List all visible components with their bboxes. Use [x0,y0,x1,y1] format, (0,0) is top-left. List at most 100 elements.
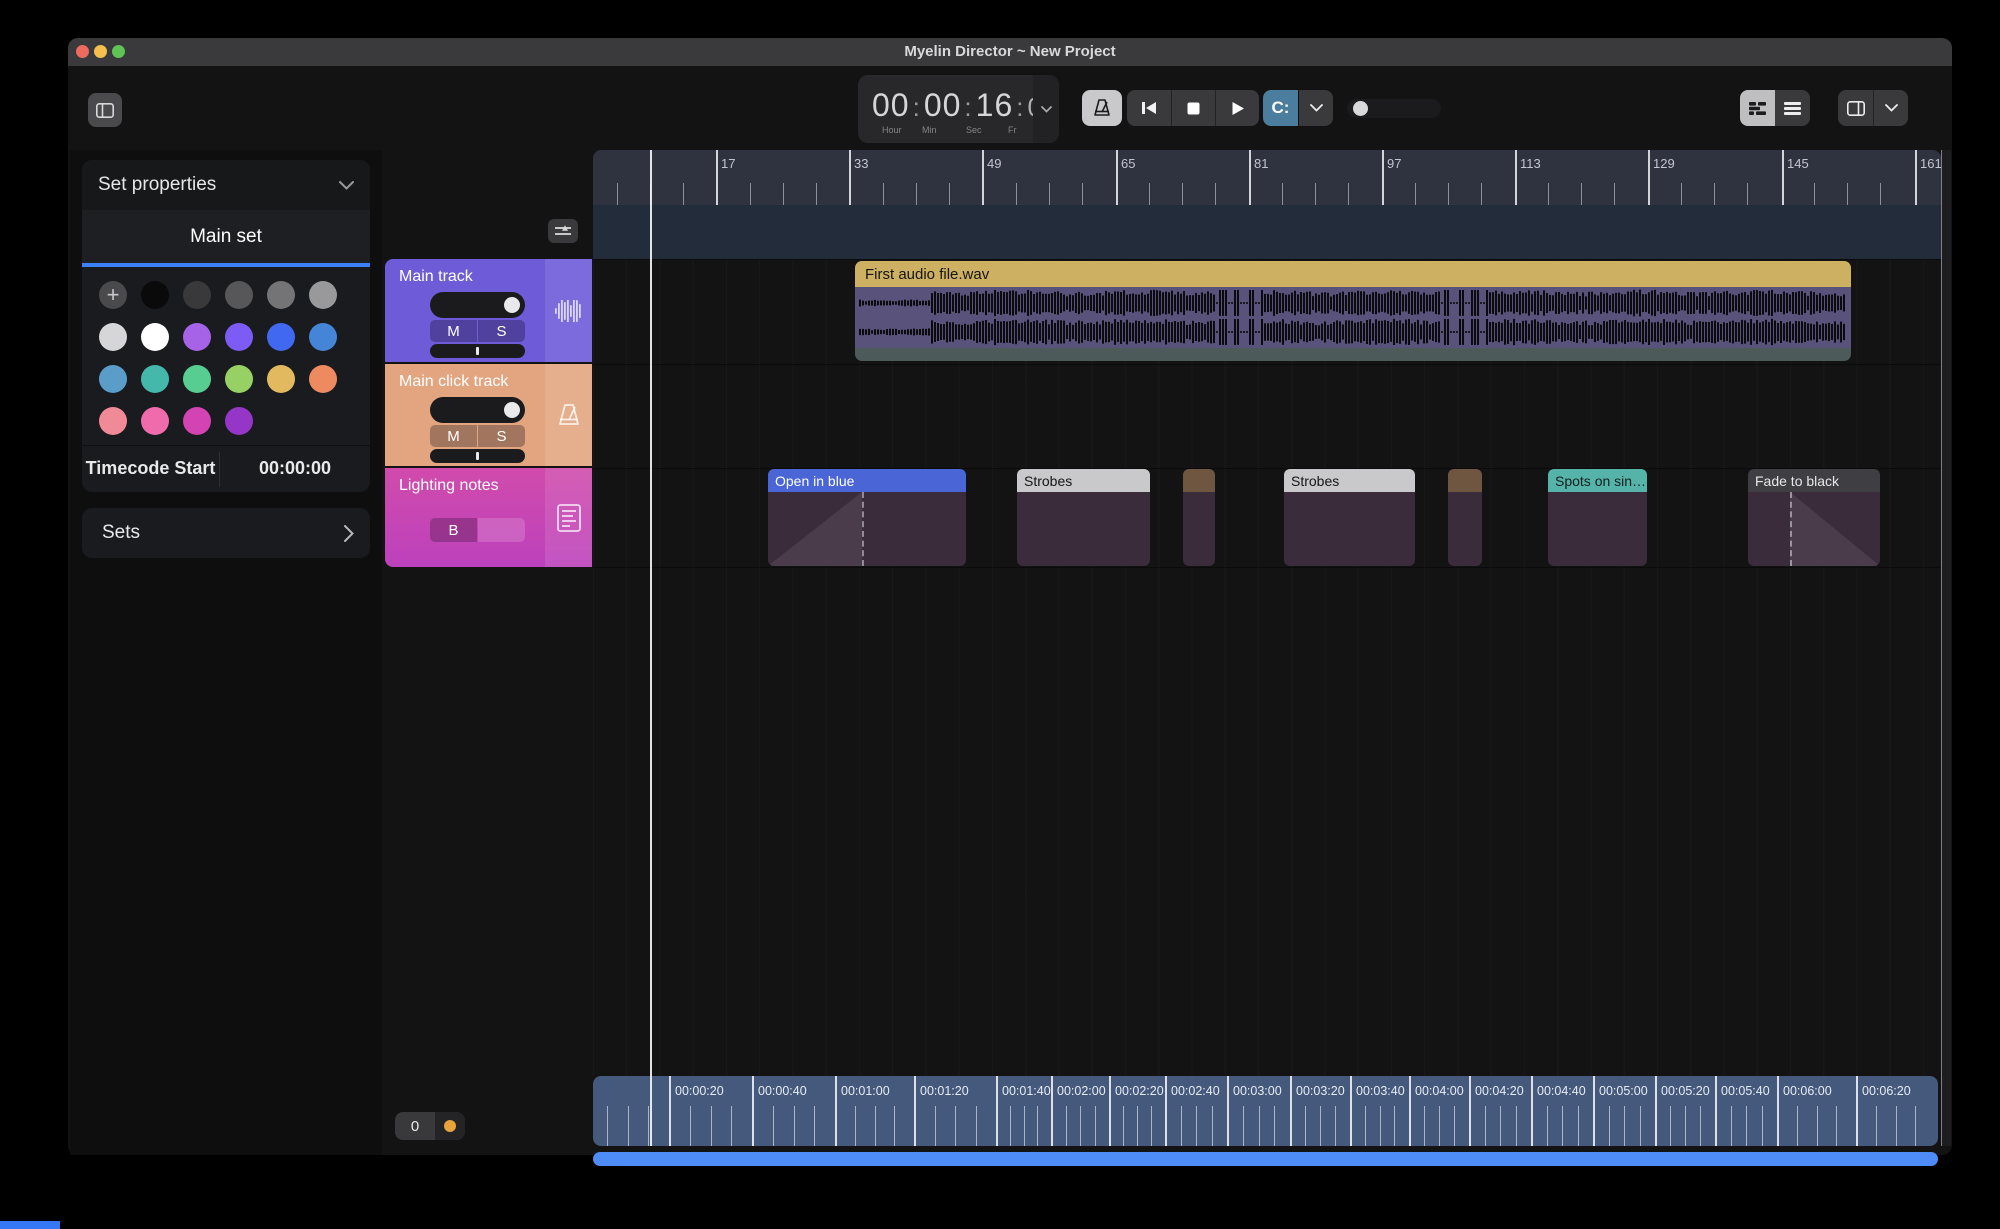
overview-minor-tick [1320,1106,1321,1146]
time-overview-bar[interactable]: 00:00:20 00:00:40 00:01:00 00:01:20 00:01:40… [593,1076,1938,1146]
clip-header [1448,469,1482,492]
color-swatch[interactable] [99,407,127,435]
volume-slider[interactable] [430,397,525,423]
color-swatch[interactable] [225,323,253,351]
rewind-to-start-button[interactable] [1127,90,1171,126]
lighting-clip-fade-to-black[interactable]: Fade to black [1748,469,1880,566]
color-swatch[interactable] [267,323,295,351]
right-panel-toggle-button[interactable] [1838,90,1873,126]
set-name-field[interactable]: Main set [82,210,370,263]
color-swatch[interactable] [99,365,127,393]
color-swatch[interactable] [141,281,169,309]
status-indicator[interactable] [435,1112,465,1140]
overview-major-tick [1531,1076,1533,1146]
color-swatch[interactable] [309,365,337,393]
overview-major-tick [1165,1076,1167,1146]
color-swatch[interactable] [99,323,127,351]
blank-button[interactable] [478,518,525,542]
overview-minor-tick [1895,1106,1897,1146]
ruler-major-tick [1915,150,1917,205]
timecode-start-row: Timecode Start 00:00:00 [82,445,370,493]
overview-time-label: 00:04:40 [1537,1084,1586,1098]
list-view-button[interactable] [1775,90,1810,126]
color-swatch[interactable] [141,365,169,393]
level-slider[interactable] [1347,99,1441,118]
cue-marker-dashed-line [1790,492,1792,566]
level-slider-knob[interactable] [1353,101,1368,116]
chevron-down-icon [1884,104,1898,112]
mute-button[interactable]: M [430,425,477,447]
play-button[interactable] [1216,90,1259,126]
volume-knob[interactable] [504,297,520,313]
panel-options-dropdown[interactable] [1874,90,1908,126]
mute-button[interactable]: M [430,320,477,342]
color-swatch[interactable] [225,365,253,393]
marker-lane[interactable] [593,205,1941,259]
stop-button[interactable] [1172,90,1215,126]
audio-clip-label: First audio file.wav [865,265,990,283]
pan-center-tick [476,347,479,355]
timecode-start-value[interactable]: 00:00:00 [220,458,370,479]
track-header-lighting-notes[interactable]: Lighting notes B [385,468,592,567]
lighting-clip-open-in-blue[interactable]: Open in blue [768,469,966,566]
beat-ruler[interactable]: 17 33 49 65 81 97 113 129 145 161 [593,150,1941,205]
lighting-clip[interactable] [1448,469,1482,566]
color-swatch[interactable] [141,323,169,351]
overview-major-tick [1469,1076,1471,1146]
color-swatch[interactable] [267,365,295,393]
metronome-icon [558,404,579,425]
horizontal-scrollbar[interactable] [593,1152,1938,1166]
volume-knob[interactable] [504,402,520,418]
solo-button[interactable]: S [478,320,525,342]
set-properties-header[interactable]: Set properties [82,160,370,210]
cue-options-dropdown[interactable] [1299,90,1333,126]
color-swatch[interactable] [309,323,337,351]
title-bar[interactable]: Myelin Director ~ New Project [68,38,1952,66]
overview-time-label: 00:05:20 [1661,1084,1710,1098]
volume-slider[interactable] [430,292,525,318]
solo-button[interactable]: S [478,425,525,447]
overview-minor-tick [1439,1106,1440,1146]
pan-slider[interactable] [430,344,525,358]
lighting-clip-strobes[interactable]: Strobes [1017,469,1150,566]
color-swatch[interactable] [309,281,337,309]
cue-mode-button[interactable]: C: [1263,90,1298,126]
bypass-button[interactable]: B [430,518,477,542]
timeline-view-button[interactable] [1740,90,1775,126]
color-swatch[interactable] [183,281,211,309]
automation-view-button[interactable] [548,219,578,243]
overview-major-tick [669,1076,671,1146]
track-header-main-track[interactable]: Main track M S [385,259,592,362]
clip-label: Strobes [1024,472,1073,489]
sets-card[interactable]: Sets [82,508,370,558]
playhead[interactable] [650,150,652,1146]
lighting-clip-strobes[interactable]: Strobes [1284,469,1415,566]
overview-minor-tick [1915,1106,1917,1146]
color-swatch[interactable] [225,281,253,309]
color-swatch[interactable] [141,407,169,435]
color-swatch[interactable] [183,407,211,435]
lighting-clip-spots-on-sin[interactable]: Spots on sin… [1548,469,1647,566]
lighting-clip[interactable] [1183,469,1215,566]
audio-clip[interactable]: First audio file.wav [855,261,1851,361]
ruler-label: 81 [1254,156,1269,171]
timecode-digits: 00:00:16:00 [872,87,1057,123]
ruler-minor-tick [1348,183,1350,205]
metronome-toggle-button[interactable] [1082,90,1122,126]
sidebar-toggle-button[interactable] [88,93,122,127]
pan-slider[interactable] [430,449,525,463]
color-swatch[interactable] [225,407,253,435]
overview-minor-tick [854,1106,856,1146]
color-swatch[interactable] [267,281,295,309]
add-color-button[interactable]: + [99,281,127,309]
timecode-mode-dropdown[interactable] [1033,75,1059,143]
color-swatch[interactable] [183,323,211,351]
status-counter-pill[interactable]: 0 [395,1112,465,1140]
color-swatch[interactable] [183,365,211,393]
overview-minor-tick [793,1106,795,1146]
timecode-display[interactable]: 00:00:16:00 Hour Min Sec Fr [858,75,1059,143]
set-name-value: Main set [190,225,262,247]
track-header-main-click-track[interactable]: Main click track M S [385,364,592,466]
overview-time-label: 00:00:40 [758,1084,807,1098]
ruler-major-tick [1382,150,1384,205]
